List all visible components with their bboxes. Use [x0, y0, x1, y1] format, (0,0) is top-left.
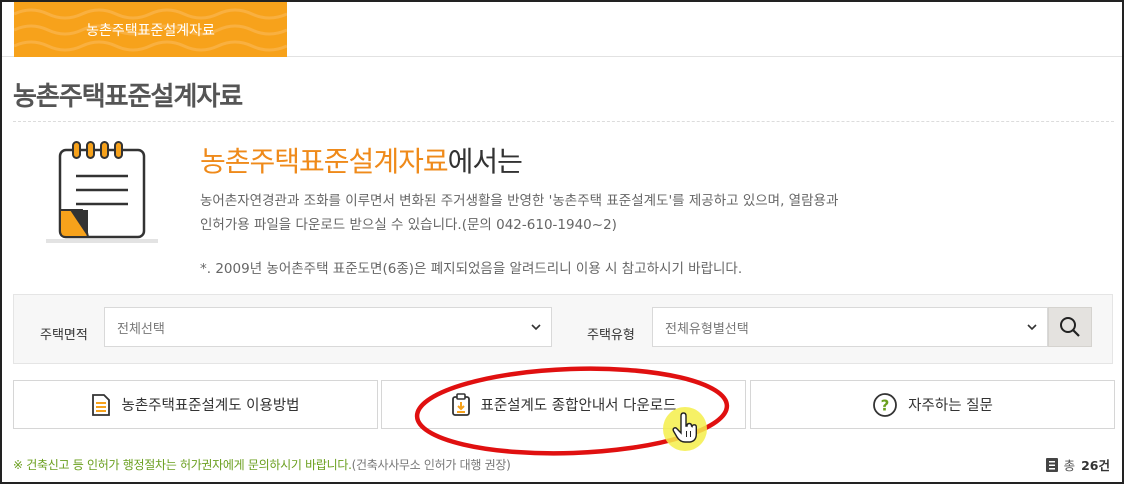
usage-guide-button[interactable]: 농촌주택표준설계도 이용방법	[13, 380, 378, 429]
total-prefix: 총	[1063, 458, 1076, 473]
notebook-icon	[46, 141, 158, 243]
usage-guide-label: 농촌주택표준설계도 이용방법	[121, 398, 300, 414]
intro-note: *. 2009년 농어촌주택 표준도면(6종)은 폐지되었음을 알려드리니 이용…	[200, 261, 743, 277]
total-count: 총 26건	[1045, 455, 1110, 474]
list-icon	[1045, 457, 1058, 472]
footer-notice-text: ※ 건축신고 등 인허가 행정절차는 허가권자에게 문의하시기 바랍니다.	[13, 458, 352, 472]
chevron-down-icon	[531, 324, 541, 331]
type-select[interactable]: 전체유형별선택	[652, 307, 1048, 347]
faq-button[interactable]: ? 자주하는 질문	[750, 380, 1115, 429]
intro-title: 농촌주택표준설계자료에서는	[200, 140, 523, 180]
total-value: 26건	[1081, 458, 1110, 473]
intro-title-rest: 에서는	[447, 145, 523, 178]
tab-label: 농촌주택표준설계자료	[86, 22, 215, 39]
faq-label: 자주하는 질문	[908, 398, 993, 414]
intro-desc-line1: 농어촌자연경관과 조화를 이루면서 변화된 주거생활을 반영한 '농촌주택 표준…	[200, 193, 839, 209]
dotted-divider	[13, 121, 1114, 122]
chevron-down-icon	[1027, 324, 1037, 331]
area-filter-label: 주택면적	[40, 328, 88, 343]
area-select[interactable]: 전체선택	[104, 307, 552, 347]
search-icon	[1060, 317, 1080, 337]
footer-notice-sub: (건축사사무소 인허가 대행 권장)	[351, 458, 511, 472]
svg-text:?: ?	[881, 396, 890, 414]
type-select-value: 전체유형별선택	[665, 321, 749, 337]
intro-title-accent: 농촌주택표준설계자료	[200, 145, 449, 178]
question-icon: ?	[873, 392, 898, 417]
area-select-value: 전체선택	[117, 321, 165, 337]
intro-description: 농어촌자연경관과 조화를 이루면서 변화된 주거생활을 반영한 '농촌주택 표준…	[200, 189, 920, 237]
type-filter-label: 주택유형	[587, 328, 635, 343]
intro-desc-line2: 인허가용 파일을 다운로드 받으실 수 있습니다.(문의 042-610-194…	[200, 217, 617, 233]
page-title: 농촌주택표준설계자료	[13, 82, 243, 112]
footer-notice: ※ 건축신고 등 인허가 행정절차는 허가권자에게 문의하시기 바랍니다.(건축…	[13, 456, 511, 473]
tab-standard-design[interactable]: 농촌주택표준설계자료	[14, 2, 287, 57]
document-icon	[92, 393, 111, 416]
hand-cursor-icon	[663, 407, 707, 451]
search-button[interactable]	[1048, 307, 1092, 347]
